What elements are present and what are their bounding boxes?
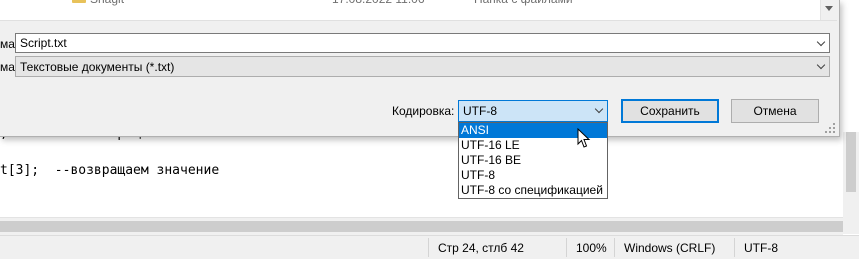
save-as-dialog: Snagit 17.08.2022 11:06 Папка с файлами … (0, 0, 840, 137)
file-list[interactable]: Snagit 17.08.2022 11:06 Папка с файлами (0, 0, 837, 21)
encoding-status: UTF-8 (744, 241, 778, 255)
resize-grip-icon[interactable] (825, 123, 835, 133)
save-button[interactable]: Сохранить (621, 99, 719, 123)
scroll-corner (843, 217, 859, 234)
line-ending: Windows (CRLF) (624, 241, 716, 255)
chevron-down-icon (816, 60, 826, 70)
chevron-down-icon[interactable] (816, 37, 826, 47)
encoding-select[interactable]: UTF-8 (458, 100, 608, 122)
filename-input[interactable]: Script.txt (15, 33, 830, 53)
scrollbar-thumb[interactable] (0, 221, 843, 232)
status-bar: Стр 24, стлб 42 100% Windows (CRLF) UTF-… (0, 235, 859, 259)
status-divider (566, 238, 567, 257)
encoding-option[interactable]: UTF-8 со спецификацией (459, 183, 607, 198)
filename-value: Script.txt (20, 36, 67, 50)
cursor-position: Стр 24, стлб 42 (438, 241, 524, 255)
file-list-scrollbar[interactable] (820, 0, 837, 20)
scrollbar-thumb[interactable] (846, 132, 856, 192)
zoom-level: 100% (576, 241, 607, 255)
mouse-cursor-icon (577, 128, 591, 148)
encoding-option[interactable]: UTF-8 (459, 168, 607, 183)
encoding-label: Кодировка: (392, 104, 455, 118)
file-type: Папка с файлами (474, 0, 573, 8)
status-divider (614, 238, 615, 257)
filetype-select[interactable]: Текстовые документы (*.txt) (15, 56, 830, 77)
horizontal-scrollbar[interactable] (0, 217, 843, 235)
vertical-scrollbar[interactable] (843, 132, 859, 217)
scroll-down-icon[interactable] (825, 6, 833, 11)
status-divider (428, 238, 429, 257)
file-name[interactable]: Snagit (90, 0, 124, 8)
code-line: t[3]; --возвращаем значение (0, 163, 220, 178)
folder-icon (72, 0, 86, 3)
filetype-value: Текстовые документы (*.txt) (20, 60, 175, 74)
encoding-option[interactable]: UTF-16 BE (459, 153, 607, 168)
encoding-value: UTF-8 (463, 104, 497, 118)
file-date: 17.08.2022 11:06 (332, 0, 425, 8)
chevron-down-icon (594, 104, 604, 114)
cancel-button[interactable]: Отмена (731, 99, 819, 123)
status-divider (734, 238, 735, 257)
